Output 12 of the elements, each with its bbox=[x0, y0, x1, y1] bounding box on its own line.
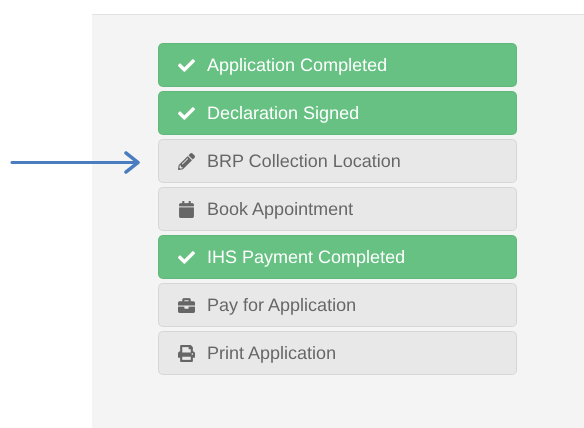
check-icon bbox=[178, 248, 195, 266]
step-button[interactable]: Print Application bbox=[158, 331, 517, 375]
step-button[interactable]: BRP Collection Location bbox=[158, 139, 517, 183]
printer-icon bbox=[178, 344, 195, 362]
step-button[interactable]: Book Appointment bbox=[158, 187, 517, 231]
briefcase-icon bbox=[178, 296, 195, 314]
calendar-icon bbox=[178, 200, 195, 218]
check-icon bbox=[178, 56, 195, 74]
check-icon bbox=[178, 104, 195, 122]
pencil-icon bbox=[178, 152, 195, 170]
arrow-icon bbox=[10, 150, 142, 175]
step-button[interactable]: Pay for Application bbox=[158, 283, 517, 327]
